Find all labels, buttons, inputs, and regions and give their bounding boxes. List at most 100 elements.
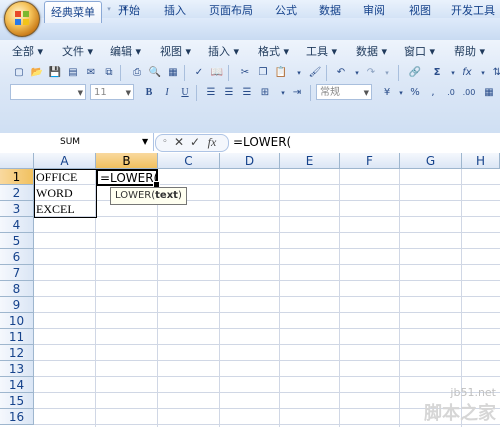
save-toolbar-icon[interactable]: 💾	[46, 64, 64, 82]
bold-button[interactable]: B	[140, 84, 158, 102]
column-header-g[interactable]: G	[400, 153, 462, 169]
spelling-icon[interactable]: ✓	[190, 64, 208, 82]
row-header-1[interactable]: 1	[0, 169, 34, 185]
enter-icon[interactable]: ✓	[188, 134, 202, 150]
tab-formulas[interactable]: 公式	[266, 0, 306, 22]
font-size-combo[interactable]: 11 ▼	[90, 84, 134, 100]
cancel-icon[interactable]: ✕	[172, 134, 186, 150]
new-icon[interactable]: ▢	[10, 64, 28, 82]
row-header-16[interactable]: 16	[0, 409, 34, 425]
research-icon[interactable]: ▦	[164, 64, 182, 82]
gridline	[34, 296, 500, 297]
row-header-2[interactable]: 2	[0, 185, 34, 201]
tab-classic-menu[interactable]: 经典菜单	[44, 1, 102, 23]
tab-home[interactable]: 开始	[108, 0, 150, 22]
row-header-10[interactable]: 10	[0, 313, 34, 329]
menu-file[interactable]: 文件 ▾	[62, 44, 93, 60]
menu-insert[interactable]: 插入 ▾	[208, 44, 239, 60]
print-preview-icon[interactable]: 🔍	[146, 64, 164, 82]
cell-b1-value: =LOWER(	[100, 171, 159, 185]
menu-all[interactable]: 全部 ▾	[12, 44, 43, 60]
decrease-decimal-icon[interactable]: .00	[460, 84, 478, 102]
insert-function-button[interactable]: fx	[204, 134, 220, 150]
sort-icon[interactable]: ⇅	[488, 64, 500, 82]
column-header-h[interactable]: H	[462, 153, 500, 169]
column-header-b[interactable]: B	[96, 153, 158, 169]
menu-data[interactable]: 数据 ▾	[356, 44, 387, 60]
increase-decimal-icon[interactable]: .0	[442, 84, 460, 102]
percent-button[interactable]: %	[406, 84, 424, 102]
column-header-d[interactable]: D	[220, 153, 280, 169]
row-header-6[interactable]: 6	[0, 249, 34, 265]
tooltip-function: LOWER(	[115, 190, 156, 201]
menu-edit[interactable]: 编辑 ▾	[110, 44, 141, 60]
column-header-e[interactable]: E	[280, 153, 340, 169]
tab-insert[interactable]: 插入	[156, 0, 194, 22]
menu-help[interactable]: 帮助 ▾	[454, 44, 485, 60]
row-header-15[interactable]: 15	[0, 393, 34, 409]
tab-review[interactable]: 审阅	[356, 0, 392, 22]
menu-tools[interactable]: 工具 ▾	[306, 44, 337, 60]
permission-icon[interactable]: ▤	[64, 64, 82, 82]
italic-button[interactable]: I	[158, 84, 176, 102]
row-header-7[interactable]: 7	[0, 265, 34, 281]
column-header-f[interactable]: F	[340, 153, 400, 169]
gridline	[157, 169, 158, 427]
align-center-icon[interactable]: ☰	[220, 84, 238, 102]
tab-developer[interactable]: 开发工具	[446, 0, 500, 22]
paste-icon[interactable]: 📋	[272, 64, 290, 82]
cell-a3[interactable]: EXCEL	[34, 201, 96, 217]
email-icon[interactable]: ✉	[82, 64, 100, 82]
chevron-down-icon[interactable]: ▼	[142, 133, 148, 151]
comma-style-icon[interactable]: ,	[424, 84, 442, 102]
gridline	[279, 169, 280, 427]
print-icon[interactable]: ⎙	[128, 64, 146, 82]
toolbar-separator	[120, 65, 121, 81]
row-header-14[interactable]: 14	[0, 377, 34, 393]
expand-formula-icon[interactable]: ◦	[160, 134, 170, 150]
function-tooltip[interactable]: LOWER(text)	[110, 187, 187, 205]
menu-window[interactable]: 窗口 ▾	[404, 44, 435, 60]
cut-icon[interactable]: ✂	[236, 64, 254, 82]
column-header-c[interactable]: C	[158, 153, 220, 169]
row-header-11[interactable]: 11	[0, 329, 34, 345]
number-format-combo[interactable]: 常规 ▼	[316, 84, 372, 100]
cell-a1[interactable]: OFFICE	[34, 169, 96, 185]
copy-layout-icon[interactable]: ⧉	[100, 64, 118, 82]
chevron-down-icon: ▼	[125, 89, 131, 97]
indent-icon[interactable]: ⇥	[288, 84, 306, 102]
cell-a2[interactable]: WORD	[34, 185, 96, 201]
font-name-combo[interactable]: ▼	[10, 84, 86, 100]
redo-toolbar-dropdown-icon[interactable]: ▾	[378, 64, 396, 82]
column-header-a[interactable]: A	[34, 153, 96, 169]
copy-icon[interactable]: ❐	[254, 64, 272, 82]
align-right-icon[interactable]: ☰	[238, 84, 256, 102]
gridline	[34, 216, 500, 217]
menu-view[interactable]: 视图 ▾	[160, 44, 191, 60]
borders-icon[interactable]: ▦	[480, 84, 498, 102]
row-header-8[interactable]: 8	[0, 281, 34, 297]
underline-button[interactable]: U	[176, 84, 194, 102]
row-header-9[interactable]: 9	[0, 297, 34, 313]
select-all-corner[interactable]	[0, 153, 34, 169]
tab-view[interactable]: 视图	[402, 0, 438, 22]
active-cell-b1[interactable]: =LOWER(	[96, 169, 160, 188]
row-header-3[interactable]: 3	[0, 201, 34, 217]
row-header-4[interactable]: 4	[0, 217, 34, 233]
tab-data[interactable]: 数据	[312, 0, 348, 22]
name-box[interactable]: SUM ▼	[0, 133, 154, 151]
research-book-icon[interactable]: 📖	[208, 64, 226, 82]
row-header-12[interactable]: 12	[0, 345, 34, 361]
open-icon[interactable]: 📂	[28, 64, 46, 82]
tab-page-layout[interactable]: 页面布局	[200, 0, 262, 22]
row-header-5[interactable]: 5	[0, 233, 34, 249]
merge-center-icon[interactable]: ⊞	[256, 84, 274, 102]
row-header-13[interactable]: 13	[0, 361, 34, 377]
menu-format[interactable]: 格式 ▾	[258, 44, 289, 60]
format-painter-icon[interactable]: 🖌	[306, 64, 324, 82]
align-left-icon[interactable]: ☰	[202, 84, 220, 102]
office-button[interactable]	[4, 1, 40, 37]
name-box-value: SUM	[60, 137, 81, 147]
formula-input[interactable]: =LOWER(	[233, 134, 291, 150]
hyperlink-icon[interactable]: 🔗	[406, 64, 424, 82]
